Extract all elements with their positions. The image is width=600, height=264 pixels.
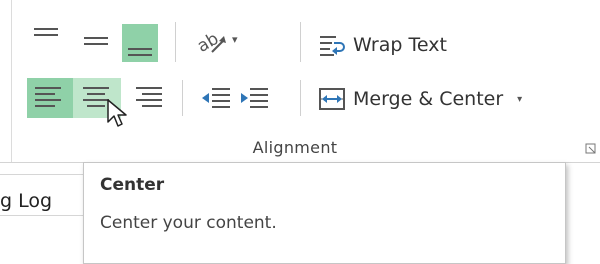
align-left-icon bbox=[35, 87, 61, 107]
bottom-align-icon bbox=[128, 48, 152, 56]
wrap-text-button[interactable]: Wrap Text bbox=[318, 28, 447, 62]
middle-align-button[interactable] bbox=[78, 22, 114, 58]
orientation-dropdown-arrow: ▾ bbox=[232, 33, 238, 46]
wrap-text-label: Wrap Text bbox=[353, 34, 447, 56]
dialog-launcher-icon[interactable] bbox=[585, 143, 597, 155]
ribbon-divider bbox=[11, 0, 12, 162]
align-left-button[interactable] bbox=[27, 78, 73, 118]
mouse-cursor-icon bbox=[107, 99, 127, 127]
cell-content[interactable]: g Log bbox=[0, 190, 52, 212]
tooltip-description: Center your content. bbox=[100, 213, 277, 233]
svg-text:ab: ab bbox=[194, 30, 222, 56]
orientation-icon: ab bbox=[194, 30, 226, 56]
separator bbox=[182, 80, 183, 116]
merge-dropdown-arrow[interactable]: ▾ bbox=[517, 94, 522, 105]
merge-center-icon bbox=[319, 88, 345, 110]
bottom-align-button[interactable] bbox=[122, 24, 158, 62]
cell-border bbox=[0, 174, 83, 175]
align-right-icon bbox=[136, 87, 162, 107]
separator bbox=[300, 80, 301, 116]
tooltip-title: Center bbox=[100, 175, 165, 195]
decrease-indent-icon bbox=[202, 88, 230, 108]
increase-indent-button[interactable] bbox=[234, 80, 274, 116]
separator bbox=[300, 22, 301, 62]
decrease-indent-button[interactable] bbox=[196, 80, 236, 116]
alignment-group-label: Alignment bbox=[252, 138, 338, 157]
wrap-text-icon bbox=[320, 36, 345, 56]
middle-align-icon bbox=[84, 37, 108, 45]
separator bbox=[175, 22, 176, 62]
top-align-icon bbox=[34, 28, 58, 36]
center-tooltip: Center Center your content. bbox=[83, 162, 566, 264]
ribbon-alignment-group: ab ▾ Wrap Text Merge & Center ▾ Alignmen… bbox=[0, 0, 600, 163]
increase-indent-icon bbox=[241, 88, 268, 108]
orientation-button[interactable]: ab ▾ bbox=[190, 24, 258, 60]
align-right-button[interactable] bbox=[128, 78, 168, 118]
top-align-button[interactable] bbox=[28, 20, 64, 56]
cell-border bbox=[0, 215, 83, 216]
merge-center-button[interactable]: Merge & Center ▾ bbox=[318, 82, 522, 116]
merge-center-label: Merge & Center bbox=[353, 88, 504, 110]
